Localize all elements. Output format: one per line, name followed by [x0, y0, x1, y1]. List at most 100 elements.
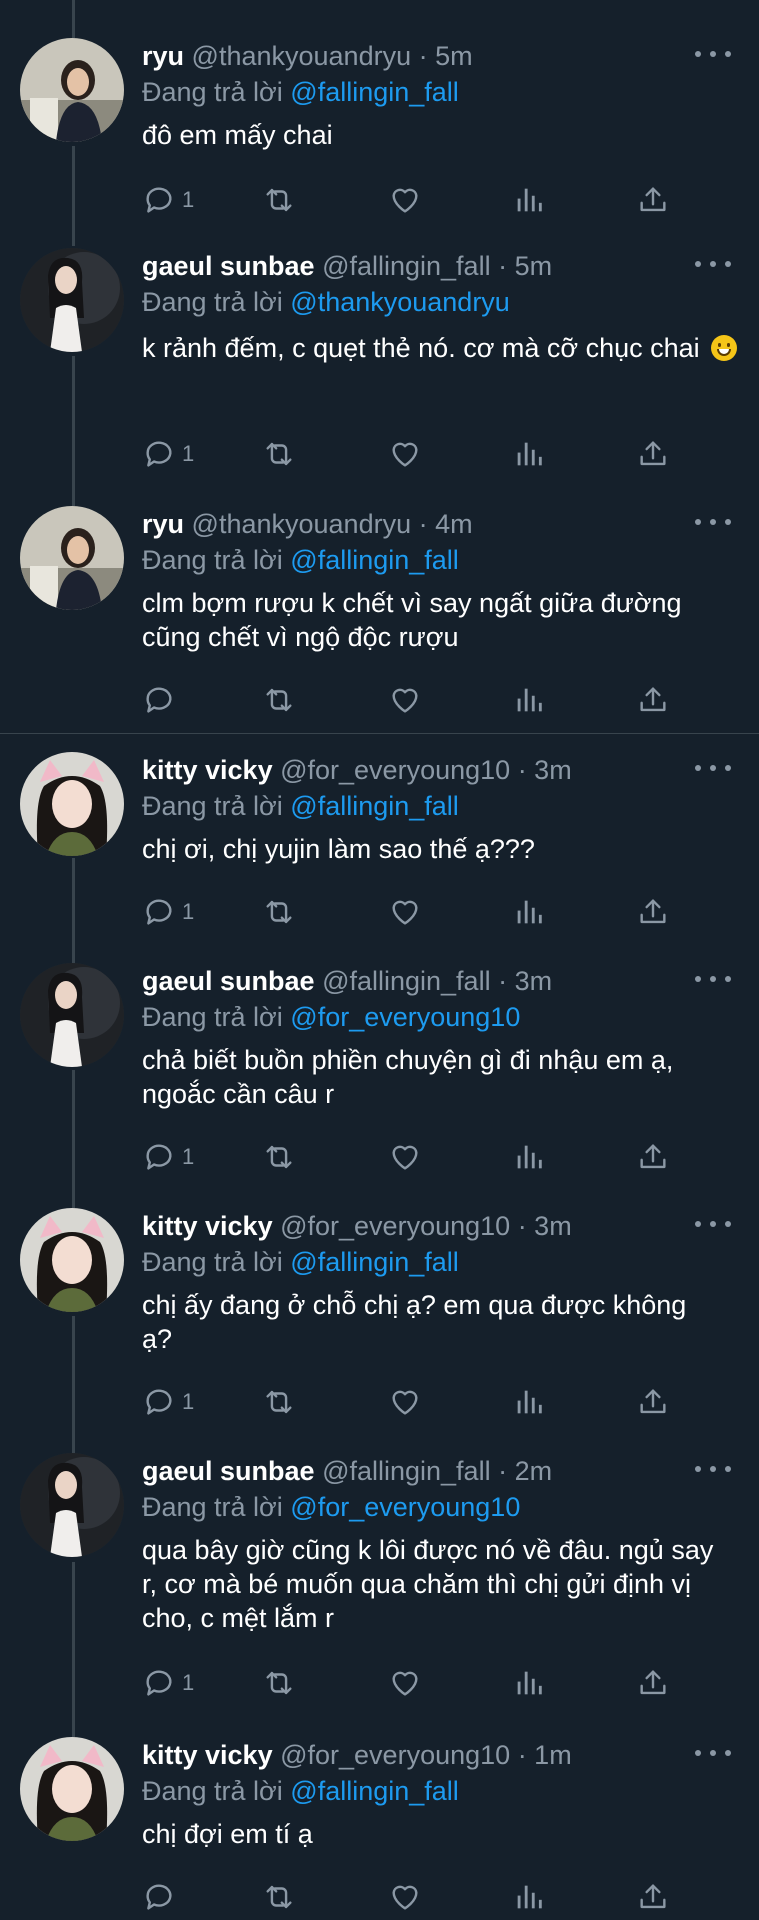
timestamp[interactable]: · 3m [498, 966, 552, 996]
more-options-icon[interactable] [695, 40, 731, 68]
reply-icon[interactable] [142, 1877, 182, 1917]
reply-icon[interactable]: 1 [142, 434, 194, 474]
timestamp[interactable]: · 3m [518, 755, 572, 785]
heart-icon[interactable] [388, 892, 422, 932]
handle[interactable]: @fallingin_fall [322, 1456, 491, 1486]
retweet-icon[interactable] [262, 1663, 296, 1703]
mention-link[interactable]: @thankyouandryu [290, 287, 510, 317]
display-name[interactable]: kitty vicky [142, 1211, 273, 1241]
reply-icon[interactable] [142, 680, 182, 720]
heart-icon[interactable] [388, 1137, 422, 1177]
mention-link[interactable]: @fallingin_fall [290, 1776, 459, 1806]
reply-icon[interactable]: 1 [142, 1137, 194, 1177]
tweet-text-content: k rảnh đếm, c quẹt thẻ nó. cơ mà cỡ chục… [142, 333, 700, 363]
mention-link[interactable]: @for_everyoung10 [290, 1002, 520, 1032]
ryu-avatar[interactable] [20, 506, 124, 610]
handle[interactable]: @for_everyoung10 [280, 1740, 510, 1770]
share-icon[interactable] [636, 1663, 670, 1703]
handle[interactable]: @fallingin_fall [322, 251, 491, 281]
more-options-icon[interactable] [695, 1739, 731, 1767]
retweet-icon[interactable] [262, 1137, 296, 1177]
gaeul-avatar[interactable] [20, 1453, 124, 1557]
reply-icon[interactable]: 1 [142, 1382, 194, 1422]
heart-icon[interactable] [388, 180, 422, 220]
retweet-icon[interactable] [262, 892, 296, 932]
handle[interactable]: @for_everyoung10 [280, 1211, 510, 1241]
heart-icon[interactable] [388, 1877, 422, 1917]
display-name[interactable]: kitty vicky [142, 1740, 273, 1770]
display-name[interactable]: ryu [142, 509, 184, 539]
display-name[interactable]: kitty vicky [142, 755, 273, 785]
thread-line [72, 1070, 75, 1210]
retweet-icon[interactable] [262, 1382, 296, 1422]
display-name[interactable]: ryu [142, 41, 184, 71]
more-options-icon[interactable] [695, 965, 731, 993]
gaeul-avatar[interactable] [20, 248, 124, 352]
views-icon[interactable] [512, 434, 546, 474]
display-name[interactable]: gaeul sunbae [142, 966, 315, 996]
share-icon[interactable] [636, 434, 670, 474]
retweet-icon[interactable] [262, 434, 296, 474]
mention-link[interactable]: @fallingin_fall [290, 1247, 459, 1277]
more-options-icon[interactable] [695, 508, 731, 536]
tweet-header: ryu @thankyouandryu · 5m [142, 40, 679, 72]
retweet-icon[interactable] [262, 180, 296, 220]
handle[interactable]: @thankyouandryu [192, 509, 412, 539]
timestamp[interactable]: · 4m [419, 509, 473, 539]
share-icon[interactable] [636, 180, 670, 220]
reply-icon[interactable]: 1 [142, 1663, 194, 1703]
heart-icon[interactable] [388, 1663, 422, 1703]
action-bar: 1 [142, 1382, 682, 1422]
reply-icon[interactable]: 1 [142, 892, 194, 932]
heart-icon[interactable] [388, 680, 422, 720]
display-name[interactable]: gaeul sunbae [142, 251, 315, 281]
replying-to: Đang trả lời @fallingin_fall [142, 544, 459, 576]
tweet-text: qua bây giờ cũng k lôi được nó về đâu. n… [142, 1535, 714, 1633]
share-icon[interactable] [636, 892, 670, 932]
more-options-icon[interactable] [695, 1210, 731, 1238]
timestamp[interactable]: · 5m [419, 41, 473, 71]
timestamp[interactable]: · 1m [518, 1740, 572, 1770]
reply-icon[interactable]: 1 [142, 180, 194, 220]
views-icon[interactable] [512, 1877, 546, 1917]
share-icon[interactable] [636, 1137, 670, 1177]
views-icon[interactable] [512, 1137, 546, 1177]
views-icon[interactable] [512, 1663, 546, 1703]
thread-line [72, 1316, 75, 1456]
handle[interactable]: @fallingin_fall [322, 966, 491, 996]
share-icon[interactable] [636, 1877, 670, 1917]
views-icon[interactable] [512, 892, 546, 932]
replying-to: Đang trả lời @fallingin_fall [142, 1775, 459, 1807]
display-name[interactable]: gaeul sunbae [142, 1456, 315, 1486]
gaeul-avatar[interactable] [20, 963, 124, 1067]
handle[interactable]: @for_everyoung10 [280, 755, 510, 785]
mention-link[interactable]: @for_everyoung10 [290, 1492, 520, 1522]
views-icon[interactable] [512, 1382, 546, 1422]
more-options-icon[interactable] [695, 1455, 731, 1483]
kitty-avatar[interactable] [20, 1737, 124, 1841]
mention-link[interactable]: @fallingin_fall [290, 545, 459, 575]
tweet-text: chị đợi em tí ạ [142, 1819, 313, 1849]
handle[interactable]: @thankyouandryu [192, 41, 412, 71]
mention-link[interactable]: @fallingin_fall [290, 791, 459, 821]
kitty-avatar[interactable] [20, 752, 124, 856]
heart-icon[interactable] [388, 434, 422, 474]
more-options-icon[interactable] [695, 754, 731, 782]
mention-link[interactable]: @fallingin_fall [290, 77, 459, 107]
kitty-avatar[interactable] [20, 1208, 124, 1312]
timestamp[interactable]: · 3m [518, 1211, 572, 1241]
retweet-icon[interactable] [262, 680, 296, 720]
replying-to-label: Đang trả lời [142, 1776, 283, 1806]
share-icon[interactable] [636, 680, 670, 720]
share-icon[interactable] [636, 1382, 670, 1422]
heart-icon[interactable] [388, 1382, 422, 1422]
retweet-icon[interactable] [262, 1877, 296, 1917]
tweet-header: kitty vicky @for_everyoung10 · 3m [142, 754, 679, 786]
timestamp[interactable]: · 5m [498, 251, 552, 281]
tweet-header: ryu @thankyouandryu · 4m [142, 508, 679, 540]
ryu-avatar[interactable] [20, 38, 124, 142]
views-icon[interactable] [512, 180, 546, 220]
timestamp[interactable]: · 2m [498, 1456, 552, 1486]
more-options-icon[interactable] [695, 250, 731, 278]
views-icon[interactable] [512, 680, 546, 720]
